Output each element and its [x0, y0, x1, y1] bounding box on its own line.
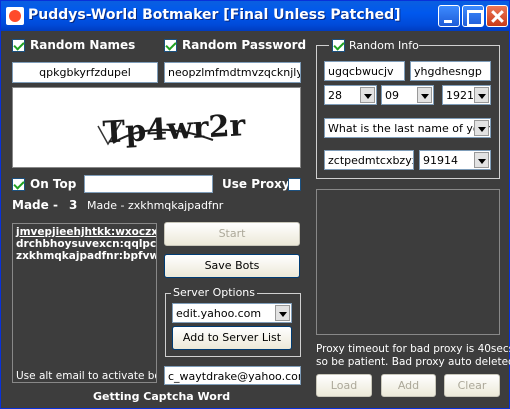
- alt-email-note: Use alt email to activate bots: [16, 370, 157, 382]
- bot-item[interactable]: drchbhoysuvexcn:qqlpck: [16, 238, 156, 250]
- on-top-checkbox[interactable]: [12, 178, 25, 191]
- load-button[interactable]: Load: [316, 374, 372, 397]
- window-title: Puddys-World Botmaker [Final Unless Patc…: [28, 7, 401, 23]
- captcha-text: Tp4wr2r: [102, 108, 247, 150]
- birth-day-value: 28: [328, 89, 342, 102]
- proxy-list[interactable]: [316, 189, 500, 335]
- chevron-down-icon[interactable]: [417, 87, 432, 103]
- bot-item[interactable]: jmvepjieehjhtkk:wxoczxp: [16, 226, 156, 238]
- start-button[interactable]: Start: [164, 222, 300, 246]
- on-top-input[interactable]: [84, 175, 213, 193]
- random-password-label: Random Password: [182, 38, 307, 52]
- chevron-down-icon[interactable]: [474, 87, 489, 103]
- server-select[interactable]: edit.yahoo.com: [172, 303, 292, 323]
- birth-month-value: 09: [385, 89, 399, 102]
- birth-year-value: 1921: [446, 89, 474, 102]
- server-select-value: edit.yahoo.com: [176, 307, 262, 320]
- status-text: Getting Captcha Word: [93, 390, 231, 403]
- proxy-note-line-1: Proxy timeout for bad proxy is 40secs: [316, 343, 510, 355]
- password-input[interactable]: neopzlmfmdtmvzqcknjlyasvj: [164, 62, 301, 83]
- email-input[interactable]: c_waytdrake@yahoo.com: [164, 366, 301, 385]
- app-icon: [6, 7, 24, 25]
- use-proxy-checkbox[interactable]: [288, 178, 301, 191]
- chevron-down-icon[interactable]: [360, 87, 375, 103]
- bots-list[interactable]: jmvepjieehjhtkk:wxoczxp drchbhoysuvexcn:…: [12, 223, 157, 383]
- birth-year-select[interactable]: 1921: [442, 85, 491, 105]
- last-name-input[interactable]: yhgdhesngp: [410, 61, 491, 81]
- security-answer-input[interactable]: zctpedmtcxbzyxg: [324, 150, 414, 170]
- random-password-checkbox[interactable]: [164, 39, 177, 52]
- add-proxy-button[interactable]: Add: [381, 374, 436, 397]
- title-bar[interactable]: Puddys-World Botmaker [Final Unless Patc…: [1, 1, 509, 31]
- proxy-note-line-2: so be patient. Bad proxy auto deleted.: [316, 356, 510, 368]
- first-name-input[interactable]: ugqcbwucjv: [324, 61, 405, 81]
- main-window: Puddys-World Botmaker [Final Unless Patc…: [0, 0, 510, 409]
- security-question-select[interactable]: What is the last name of your f: [324, 118, 491, 138]
- chevron-down-icon[interactable]: [474, 120, 489, 136]
- made-status: Made - zxkhmqkajpadfnr: [87, 199, 224, 212]
- use-proxy-label: Use Proxy: [222, 177, 290, 191]
- birth-day-select[interactable]: 28: [324, 85, 377, 105]
- chevron-down-icon[interactable]: [275, 305, 290, 321]
- maximize-button[interactable]: [462, 5, 484, 27]
- minimize-button[interactable]: [438, 5, 460, 27]
- random-info-checkbox[interactable]: [332, 39, 345, 52]
- bots-list-items: jmvepjieehjhtkk:wxoczxp drchbhoysuvexcn:…: [16, 226, 156, 262]
- random-info-label: Random Info: [349, 39, 419, 52]
- captcha-image-graphic: Tp4wr2r: [97, 108, 247, 151]
- server-options-label: Server Options: [171, 286, 258, 299]
- security-question-value: What is the last name of your f: [328, 122, 491, 135]
- made-label: Made -: [12, 198, 58, 212]
- name-input[interactable]: qpkgbkyrfzdupel: [12, 62, 158, 83]
- add-server-button[interactable]: Add to Server List: [172, 326, 292, 350]
- on-top-label: On Top: [30, 177, 77, 191]
- made-count: 3: [69, 198, 78, 212]
- close-button[interactable]: [486, 5, 508, 27]
- zip-select[interactable]: 91914: [419, 150, 491, 170]
- chevron-down-icon[interactable]: [474, 152, 489, 168]
- captcha-image: Tp4wr2r: [12, 87, 301, 168]
- save-bots-button[interactable]: Save Bots: [164, 254, 300, 278]
- birth-month-select[interactable]: 09: [381, 85, 434, 105]
- bot-item[interactable]: zxkhmqkajpadfnr:bpfvwt: [16, 250, 156, 262]
- zip-value: 91914: [423, 154, 458, 167]
- random-names-label: Random Names: [30, 38, 136, 52]
- clear-button[interactable]: Clear: [444, 374, 500, 397]
- random-names-checkbox[interactable]: [12, 39, 25, 52]
